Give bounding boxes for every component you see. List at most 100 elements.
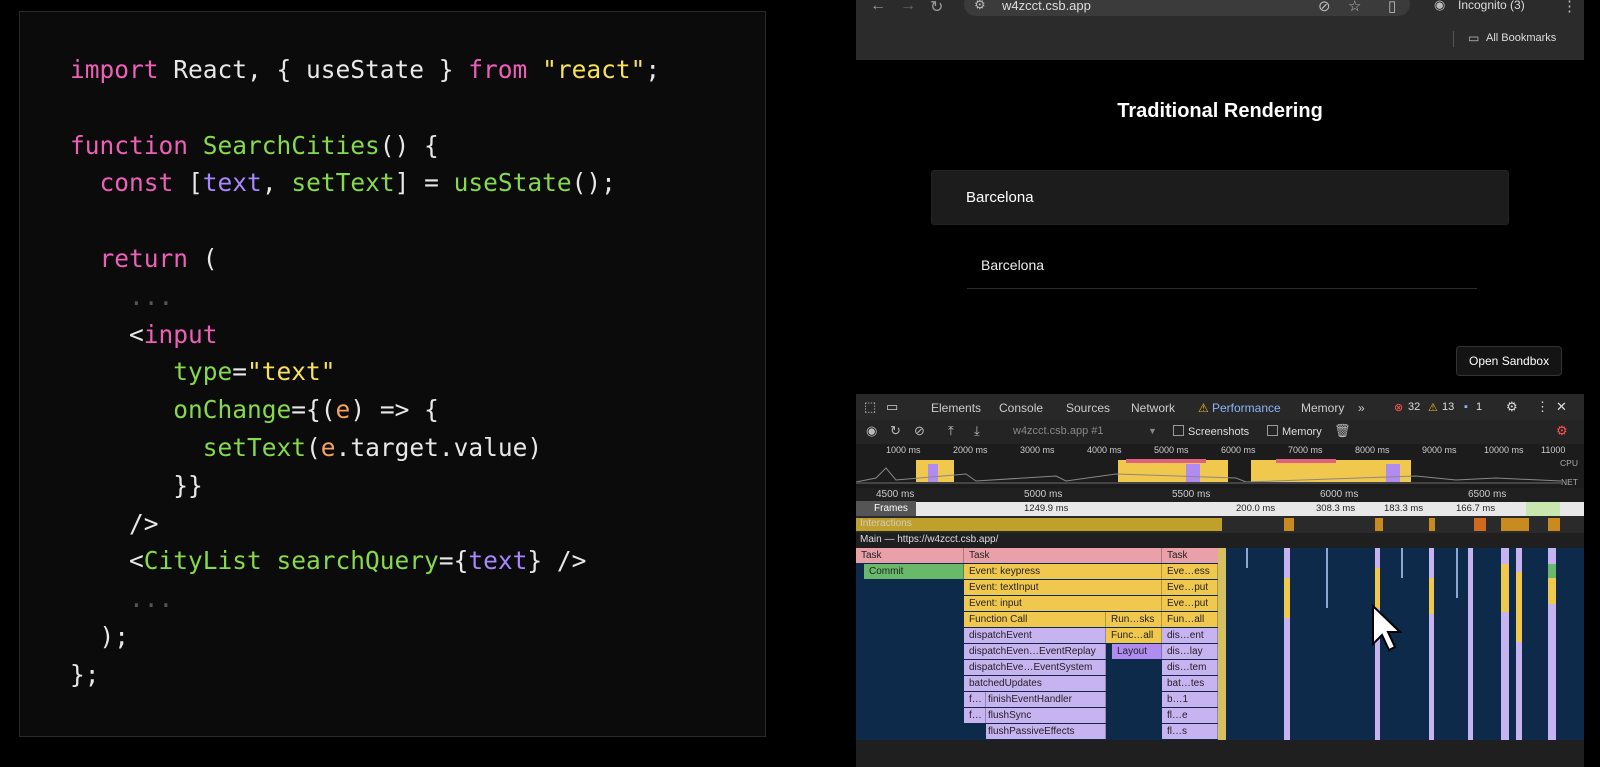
main-thread-header[interactable]: Main — https://w4zcct.csb.app/: [856, 533, 1584, 547]
settings-icon[interactable]: ⚙: [1506, 399, 1518, 415]
flame-block[interactable]: Layout: [1112, 644, 1162, 659]
activity-bar: [1429, 548, 1434, 740]
site-info-icon[interactable]: ⚙: [974, 0, 986, 13]
clear-icon[interactable]: ⊘: [914, 423, 925, 439]
activity-bar: [1326, 548, 1328, 608]
info-count[interactable]: 1: [1476, 401, 1482, 413]
tab-console[interactable]: Console: [999, 401, 1043, 415]
device-toolbar-icon[interactable]: ▭: [886, 399, 898, 415]
reload-icon[interactable]: ↻: [930, 0, 943, 17]
tab-performance[interactable]: Performance: [1202, 401, 1287, 422]
flame-block[interactable]: Commit: [864, 564, 964, 579]
timeline-overview[interactable]: 1000 ms 2000 ms 3000 ms 4000 ms 5000 ms …: [856, 444, 1584, 488]
trash-icon[interactable]: 🗑: [1334, 423, 1351, 439]
inspect-icon[interactable]: ⬚: [864, 399, 876, 415]
net-label: NET: [1561, 477, 1578, 487]
flame-block[interactable]: batchedUpdates: [964, 676, 1106, 691]
flame-block[interactable]: finishEventHandler: [986, 692, 1106, 707]
city-list-item: Barcelona: [967, 255, 1477, 289]
download-icon[interactable]: ⤓: [974, 423, 980, 439]
flame-block[interactable]: Task: [1162, 548, 1224, 563]
flame-block[interactable]: flushPassiveEffects: [986, 724, 1106, 739]
screenshots-checkbox[interactable]: Screenshots: [1173, 425, 1249, 438]
memory-label: Memory: [1282, 426, 1322, 438]
flame-chart[interactable]: Task Commit Task Event: keypress Event: …: [856, 548, 1584, 740]
flame-block[interactable]: dispatchEve…EventSystem: [964, 660, 1106, 675]
close-icon[interactable]: ✕: [1556, 399, 1567, 415]
eye-off-icon[interactable]: ⊘: [1318, 0, 1331, 15]
flame-block[interactable]: flushSync: [986, 708, 1106, 723]
interactions-track[interactable]: Interactions: [856, 516, 1584, 533]
target-select[interactable]: w4zcct.csb.app #1: [1013, 425, 1104, 437]
warning-count[interactable]: 13: [1442, 401, 1454, 413]
flame-block[interactable]: dis…lay: [1162, 644, 1218, 659]
flame-block[interactable]: Event: keypress: [964, 564, 1162, 579]
open-sandbox-button[interactable]: Open Sandbox: [1456, 346, 1563, 376]
activity-bar: [1501, 564, 1509, 612]
star-icon[interactable]: ☆: [1348, 0, 1361, 15]
flame-block[interactable]: dis…ent: [1162, 628, 1218, 643]
flame-block[interactable]: Event: textInput: [964, 580, 1162, 595]
tab-memory[interactable]: Memory: [1301, 401, 1344, 415]
tab-sources[interactable]: Sources: [1066, 401, 1110, 415]
flame-block[interactable]: Run…sks: [1106, 612, 1162, 627]
error-count[interactable]: 32: [1408, 401, 1420, 413]
devtools-panel: ⬚ ▭ Elements Console Sources Network ⚠ P…: [856, 394, 1584, 767]
flame-block[interactable]: fl…s: [1162, 724, 1218, 739]
interactions-label[interactable]: Interactions: [860, 518, 912, 529]
flame-block[interactable]: f…: [964, 708, 986, 723]
ruler-tick: 5000 ms: [1024, 489, 1063, 500]
interaction-bar: [1375, 518, 1383, 531]
flame-block[interactable]: Function Call: [964, 612, 1106, 627]
incognito-icon: ◉: [1434, 0, 1446, 12]
flame-block[interactable]: dis…tem: [1162, 660, 1218, 675]
flame-block[interactable]: Eve…ess: [1162, 564, 1218, 579]
flame-block[interactable]: Fun…all: [1162, 612, 1218, 627]
tab-elements[interactable]: Elements: [931, 401, 981, 415]
capture-settings-icon[interactable]: ⚙: [1556, 423, 1568, 439]
forward-icon[interactable]: →: [900, 0, 916, 15]
flame-block[interactable]: bat…tes: [1162, 676, 1218, 691]
flame-block[interactable]: Task: [856, 548, 964, 563]
folder-icon: ▭: [1468, 31, 1480, 45]
flame-block[interactable]: Func…all: [1106, 628, 1162, 643]
flame-block[interactable]: b…1: [1162, 692, 1218, 707]
back-icon[interactable]: ←: [870, 0, 886, 15]
main-thread-label[interactable]: Main — https://w4zcct.csb.app/: [860, 534, 998, 545]
activity-bar: [1375, 568, 1380, 608]
all-bookmarks[interactable]: All Bookmarks: [1486, 32, 1556, 44]
warning-icon: ⚠: [1198, 401, 1209, 415]
flame-block[interactable]: dispatchEven…EventReplay: [964, 644, 1106, 659]
flame-block[interactable]: Task: [964, 548, 1162, 563]
time-ruler: 4500 ms 5000 ms 5500 ms 6000 ms 6500 ms: [856, 488, 1584, 503]
browser-window: ← → ↻ ⚙ w4zcct.csb.app ⊘ ☆ ▯ ◉ Incognito…: [856, 0, 1584, 767]
frames-label[interactable]: Frames: [856, 501, 916, 516]
flame-block[interactable]: Eve…put: [1162, 580, 1218, 595]
record-icon[interactable]: ◉: [866, 423, 877, 439]
incognito-label[interactable]: Incognito (3): [1458, 0, 1525, 12]
search-input[interactable]: Barcelona: [931, 170, 1509, 225]
devtools-tabs: ⬚ ▭ Elements Console Sources Network ⚠ P…: [856, 394, 1584, 422]
reload-record-icon[interactable]: ↻: [890, 423, 901, 439]
flame-block[interactable]: f…: [964, 692, 986, 707]
url-text[interactable]: w4zcct.csb.app: [1002, 0, 1091, 13]
interaction-bar: [1548, 518, 1560, 531]
interaction-bar: [1284, 518, 1294, 531]
memory-checkbox[interactable]: Memory: [1267, 425, 1322, 438]
frames-track[interactable]: Frames 1249.9 ms 200.0 ms 308.3 ms 183.3…: [856, 501, 1584, 516]
more-options-icon[interactable]: ⋮: [1536, 399, 1549, 415]
info-icon: ▪: [1464, 401, 1468, 413]
activity-bar: [1456, 548, 1458, 598]
bookmarks-divider: [1453, 31, 1454, 47]
upload-icon[interactable]: ⤒: [948, 423, 954, 439]
flame-block[interactable]: Event: input: [964, 596, 1162, 611]
menu-icon[interactable]: ⋮: [1562, 0, 1577, 15]
more-tabs-icon[interactable]: »: [1358, 401, 1365, 415]
side-panel-icon[interactable]: ▯: [1388, 0, 1396, 15]
tab-network[interactable]: Network: [1131, 401, 1175, 415]
chevron-down-icon[interactable]: ▼: [1148, 426, 1157, 436]
flame-block[interactable]: dispatchEvent: [964, 628, 1106, 643]
flame-block[interactable]: Eve…put: [1162, 596, 1218, 611]
flame-block[interactable]: fl…e: [1162, 708, 1218, 723]
interaction-bar: [1474, 518, 1486, 531]
